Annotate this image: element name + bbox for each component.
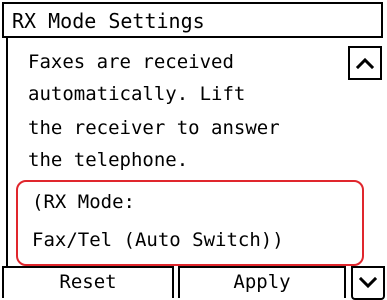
scroll-up-button[interactable] (348, 46, 382, 80)
apply-button[interactable]: Apply (178, 266, 346, 298)
rx-mode-value: Fax/Tel (Auto Switch)) (32, 229, 284, 251)
message-line: the telephone. (28, 149, 189, 171)
scroll-down-button[interactable] (351, 266, 385, 300)
message-line: Faxes are received (28, 51, 234, 73)
screen-title: RX Mode Settings (12, 9, 205, 33)
rx-mode-settings-screen: RX Mode Settings Faxes are received auto… (0, 0, 387, 300)
message-area: Faxes are received automatically. Lift t… (6, 38, 364, 268)
title-bar: RX Mode Settings (2, 2, 383, 38)
rx-mode-highlight: (RX Mode: Fax/Tel (Auto Switch)) (16, 180, 364, 266)
message-line: the receiver to answer (28, 117, 280, 139)
rx-mode-label: (RX Mode: (32, 191, 135, 213)
chevron-up-icon (356, 57, 374, 69)
message-line: automatically. Lift (28, 83, 246, 105)
chevron-down-icon (359, 277, 377, 289)
reset-button[interactable]: Reset (2, 266, 174, 298)
